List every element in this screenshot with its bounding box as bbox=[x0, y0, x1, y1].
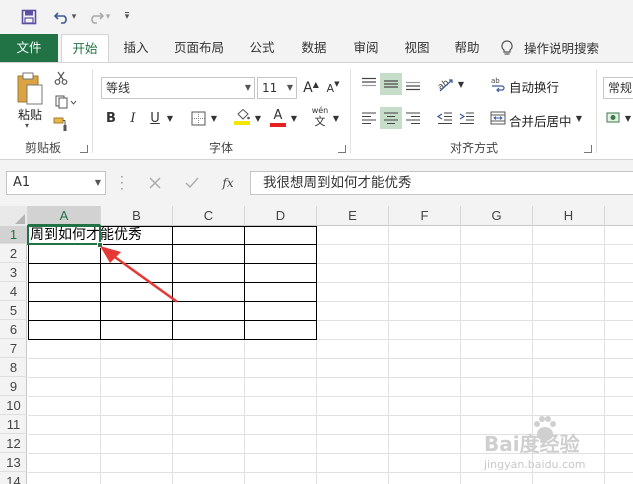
tab-formulas[interactable]: 公式 bbox=[240, 34, 284, 62]
align-left-icon[interactable] bbox=[358, 107, 380, 129]
wrap-text-icon[interactable]: ab bbox=[488, 73, 508, 95]
cut-icon[interactable] bbox=[52, 69, 70, 87]
font-name-combo[interactable]: 等线 ▼ bbox=[101, 77, 255, 99]
paste-dropdown-arrow[interactable]: ▾ bbox=[25, 121, 29, 130]
tab-file[interactable]: 文件 bbox=[0, 34, 58, 62]
tab-home[interactable]: 开始 bbox=[61, 34, 109, 63]
alignment-launcher-icon[interactable] bbox=[584, 145, 592, 153]
customize-qat-label: ▾ bbox=[124, 12, 130, 22]
tab-review[interactable]: 审阅 bbox=[344, 34, 388, 62]
italic-button[interactable]: I bbox=[125, 107, 141, 129]
customize-qat-button[interactable]: ▾ bbox=[120, 6, 134, 28]
save-icon[interactable] bbox=[18, 6, 40, 28]
caret-down-icon: ▼ bbox=[334, 80, 340, 88]
font-size-combo[interactable]: 11 ▼ bbox=[257, 77, 297, 99]
paste-label[interactable]: 粘贴 bbox=[14, 106, 46, 123]
bold-button[interactable]: B bbox=[103, 107, 119, 129]
watermark-url: jingyan.baidu.com bbox=[484, 458, 586, 471]
merge-center-dropdown-arrow[interactable]: ▼ bbox=[574, 107, 584, 129]
undo-button[interactable]: ▾ bbox=[50, 6, 80, 28]
paste-icon[interactable] bbox=[12, 69, 48, 109]
insert-function-button[interactable]: fx bbox=[217, 172, 239, 194]
undo-dropdown-arrow[interactable]: ▾ bbox=[72, 12, 77, 22]
increase-indent-icon[interactable] bbox=[456, 107, 478, 129]
underline-dropdown-arrow[interactable]: ▼ bbox=[165, 107, 175, 129]
font-size-dropdown-arrow[interactable]: ▼ bbox=[287, 78, 293, 98]
group-divider bbox=[596, 69, 597, 153]
enter-icon[interactable] bbox=[181, 172, 203, 194]
tell-me-label: 操作说明搜索 bbox=[524, 40, 600, 56]
font-size-value: 11 bbox=[262, 81, 278, 95]
tab-page-layout[interactable]: 页面布局 bbox=[166, 34, 232, 62]
font-group-label: 字体 bbox=[208, 141, 233, 155]
borders-dropdown-arrow[interactable]: ▼ bbox=[209, 107, 219, 129]
align-right-icon[interactable] bbox=[402, 107, 424, 129]
undo-icon bbox=[53, 12, 67, 24]
align-bottom-icon[interactable] bbox=[402, 73, 424, 95]
baidu-jingyan-watermark: Bai度经验 jingyan.baidu.com bbox=[478, 412, 628, 478]
redo-dropdown-arrow[interactable]: ▾ bbox=[106, 12, 111, 22]
tell-me-search[interactable]: 操作说明搜索 bbox=[500, 34, 630, 62]
font-name-dropdown-arrow[interactable]: ▼ bbox=[245, 78, 251, 98]
grow-font-button[interactable]: A ▲ bbox=[301, 77, 321, 99]
name-box[interactable]: A1 ▼ bbox=[6, 171, 106, 195]
caret-up-icon: ▲ bbox=[312, 79, 319, 89]
borders-icon[interactable] bbox=[188, 107, 208, 129]
font-color-dropdown-arrow[interactable]: ▼ bbox=[289, 107, 299, 129]
alignment-group-label: 对齐方式 bbox=[449, 141, 498, 155]
font-color-swatch bbox=[270, 122, 286, 127]
cancel-icon[interactable] bbox=[144, 172, 166, 194]
ribbon-home: 粘贴 ▾ 剪贴板 等线 ▼ 11 ▼ A ▲ A ▼ B I U ▼ ▼ ▼ A ▼… bbox=[0, 62, 633, 160]
fill-color-button[interactable] bbox=[232, 105, 252, 129]
align-top-icon[interactable] bbox=[358, 73, 380, 95]
align-middle-icon[interactable] bbox=[380, 73, 402, 95]
font-color-glyph: A bbox=[273, 107, 283, 123]
formula-bar: A1 ▼ · · · fx 我很想周到如何才能优秀 bbox=[0, 160, 633, 206]
merge-center-label[interactable]: 合并后居中 bbox=[509, 111, 572, 130]
quick-access-toolbar: ▾ ▾ ▾ bbox=[0, 0, 633, 34]
number-format-value: 常规 bbox=[608, 81, 633, 95]
copy-icon[interactable] bbox=[52, 93, 80, 111]
grow-font-label: A bbox=[303, 80, 313, 96]
ribbon-tab-bar: 文件 开始 插入 页面布局 公式 数据 审阅 视图 帮助 操作说明搜索 bbox=[0, 34, 633, 63]
tab-data[interactable]: 数据 bbox=[292, 34, 336, 62]
fill-color-dropdown-arrow[interactable]: ▼ bbox=[253, 107, 263, 129]
formula-input[interactable]: 我很想周到如何才能优秀 bbox=[250, 171, 633, 195]
watermark-brand: Bai度经验 bbox=[484, 432, 580, 456]
orientation-dropdown-arrow[interactable]: ▼ bbox=[456, 73, 466, 95]
font-name-value: 等线 bbox=[106, 81, 131, 95]
name-box-dropdown-arrow[interactable]: ▼ bbox=[95, 172, 101, 194]
clipboard-group-label: 剪贴板 bbox=[24, 141, 61, 155]
format-painter-icon[interactable] bbox=[52, 115, 70, 133]
svg-text:ab: ab bbox=[491, 77, 500, 85]
shrink-font-button[interactable]: A ▼ bbox=[323, 77, 343, 99]
merge-center-icon[interactable] bbox=[488, 107, 508, 129]
fill-color-swatch bbox=[234, 121, 250, 125]
font-color-button[interactable]: A bbox=[268, 105, 288, 129]
accounting-dropdown-arrow[interactable]: ▼ bbox=[623, 107, 633, 129]
phonetic-dropdown-arrow[interactable]: ▼ bbox=[331, 107, 341, 129]
redo-button[interactable]: ▾ bbox=[84, 6, 114, 28]
phonetic-char-icon: 文 bbox=[314, 115, 326, 128]
tab-view[interactable]: 视图 bbox=[395, 34, 439, 62]
phonetic-guide-button[interactable]: wén 文 bbox=[308, 105, 332, 129]
lightbulb-icon bbox=[501, 40, 513, 55]
font-launcher-icon[interactable] bbox=[338, 145, 346, 153]
wrap-text-label[interactable]: 自动换行 bbox=[509, 77, 559, 96]
decrease-indent-icon[interactable] bbox=[434, 107, 456, 129]
phonetic-label: wén bbox=[311, 106, 329, 115]
shrink-font-label: A bbox=[326, 81, 335, 95]
orientation-icon[interactable]: ab bbox=[434, 73, 456, 95]
underline-button[interactable]: U bbox=[147, 107, 163, 129]
align-center-icon[interactable] bbox=[380, 107, 402, 129]
formula-bar-grip-icon[interactable]: · · · bbox=[120, 171, 124, 195]
tab-insert[interactable]: 插入 bbox=[114, 34, 158, 62]
name-box-value: A1 bbox=[13, 175, 31, 190]
accounting-format-icon[interactable] bbox=[604, 107, 624, 129]
number-format-combo[interactable]: 常规 bbox=[603, 77, 633, 99]
paint-bucket-icon bbox=[236, 109, 250, 120]
redo-icon bbox=[90, 12, 104, 24]
clipboard-launcher-icon[interactable] bbox=[80, 145, 88, 153]
tab-help[interactable]: 帮助 bbox=[445, 34, 489, 62]
